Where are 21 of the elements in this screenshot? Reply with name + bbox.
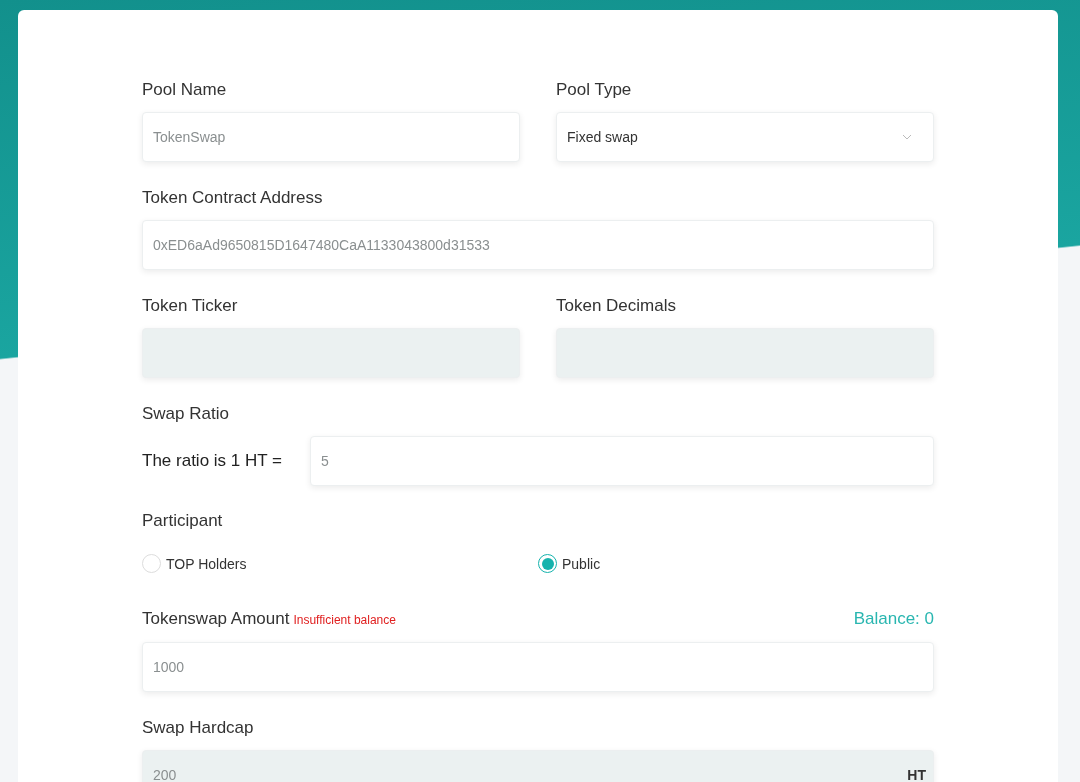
ratio-label: The ratio is 1 HT = [142,451,282,471]
field-label: Pool Name [142,80,227,100]
error-message: Insufficient balance [293,613,396,627]
field-label: Token Ticker [142,296,238,316]
field-label: Participant [142,511,223,531]
radio-label[interactable]: TOP Holders [166,555,247,572]
unit-label: HT [907,767,926,782]
field-label: Pool Type [556,80,632,100]
field-label: Token Decimals [556,296,676,316]
field-label: Tokenswap Amount [142,609,290,628]
input-field[interactable]: 0xED6aAd9650815D1647480CaA1133043800d31533 [142,220,934,270]
input-field[interactable]: TokenSwap [142,112,520,162]
pool-type-select[interactable]: Fixed swap [556,112,934,162]
field-label: Swap Ratio [142,404,229,424]
field-label: Swap Hardcap [142,718,254,738]
radio-label[interactable]: Public [562,555,601,572]
input-field[interactable]: 5 [310,436,934,486]
balance-text: Balance: 0 [853,609,934,629]
field-label: Token Contract Address [142,188,323,208]
input-field[interactable]: 1000 [142,642,934,692]
chevron-down-icon [902,134,912,140]
